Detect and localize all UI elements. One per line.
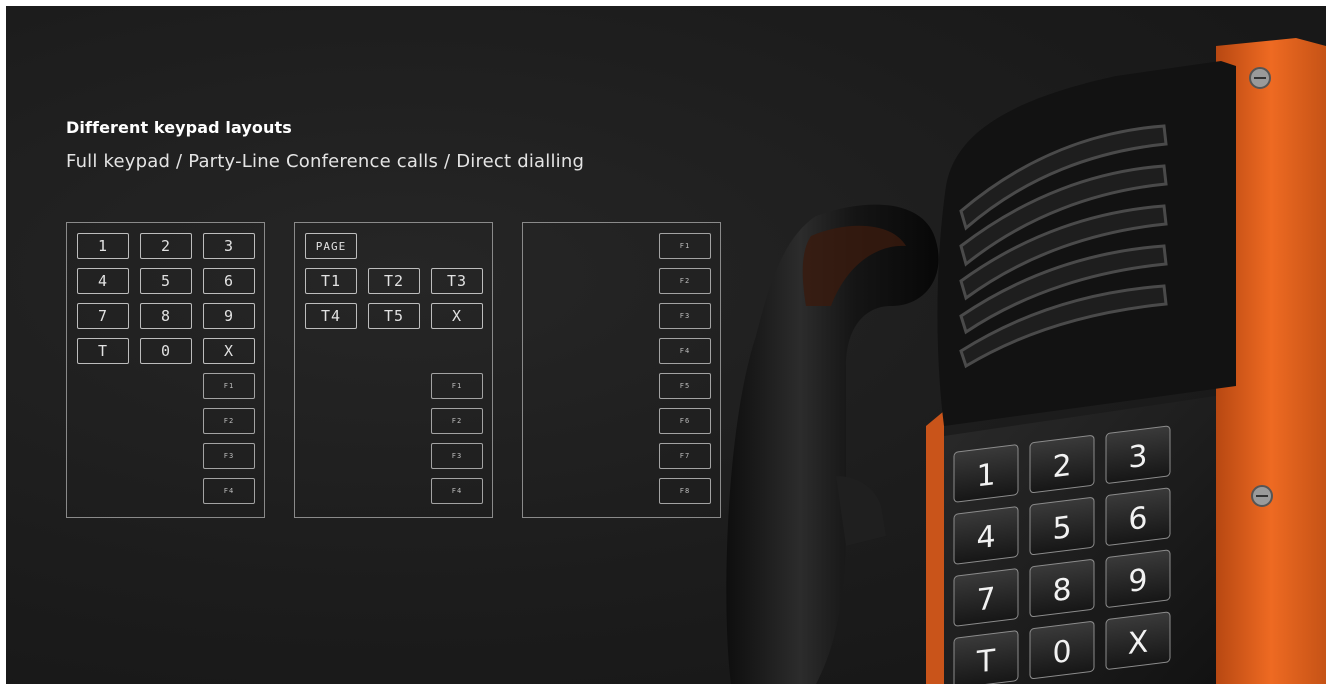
keypad-layout-direct-dialling: F1 F2 F3 F4 F5 F6 F7 F8 bbox=[522, 222, 721, 518]
key-1: 1 bbox=[77, 233, 129, 259]
key-2: 2 bbox=[140, 233, 192, 259]
key-7: 7 bbox=[77, 303, 129, 329]
photo-key-label-4: 4 bbox=[976, 519, 995, 556]
hero-banner: Different keypad layouts Full keypad / P… bbox=[6, 6, 1326, 684]
key-9: 9 bbox=[203, 303, 255, 329]
key-f4: F4 bbox=[203, 478, 255, 504]
section-subheading: Full keypad / Party-Line Conference call… bbox=[66, 151, 585, 172]
key-t3: T3 bbox=[431, 268, 483, 294]
key-t2: T2 bbox=[368, 268, 420, 294]
housing-left-edge bbox=[926, 411, 944, 684]
keypad-layout-party-line: PAGE T1 T2 T3 T4 T5 X F1 F2 F3 F4 bbox=[294, 222, 493, 518]
key-f1: F1 bbox=[203, 373, 255, 399]
photo-key-label-8: 8 bbox=[1052, 572, 1071, 609]
key-8: 8 bbox=[140, 303, 192, 329]
key-f2: F2 bbox=[203, 408, 255, 434]
photo-key-label-5: 5 bbox=[1052, 510, 1071, 547]
key-f2: F2 bbox=[431, 408, 483, 434]
photo-key-label-t: T bbox=[976, 643, 996, 680]
key-0: 0 bbox=[140, 338, 192, 364]
section-heading: Different keypad layouts bbox=[66, 118, 292, 137]
key-f1: F1 bbox=[431, 373, 483, 399]
photo-key-label-2: 2 bbox=[1052, 448, 1071, 485]
key-t: T bbox=[77, 338, 129, 364]
photo-key-label-0: 0 bbox=[1052, 634, 1071, 671]
key-x: X bbox=[431, 303, 483, 329]
key-5: 5 bbox=[140, 268, 192, 294]
photo-key-label-9: 9 bbox=[1128, 563, 1147, 600]
photo-key-label-x: X bbox=[1128, 625, 1149, 662]
telephone-photo: 1 2 3 4 5 6 7 8 9 T 0 X bbox=[726, 38, 1326, 684]
key-f4: F4 bbox=[431, 478, 483, 504]
keypad-layout-full: 1 2 3 4 5 6 7 8 9 T 0 X F1 F2 F3 F4 bbox=[66, 222, 265, 518]
key-4: 4 bbox=[77, 268, 129, 294]
key-f3: F3 bbox=[203, 443, 255, 469]
key-3: 3 bbox=[203, 233, 255, 259]
key-6: 6 bbox=[203, 268, 255, 294]
key-f3: F3 bbox=[431, 443, 483, 469]
key-t1: T1 bbox=[305, 268, 357, 294]
key-t4: T4 bbox=[305, 303, 357, 329]
key-x: X bbox=[203, 338, 255, 364]
photo-key-label-3: 3 bbox=[1128, 439, 1147, 476]
photo-key-label-6: 6 bbox=[1128, 501, 1147, 538]
key-page: PAGE bbox=[305, 233, 357, 259]
key-t5: T5 bbox=[368, 303, 420, 329]
photo-key-label-1: 1 bbox=[976, 457, 995, 494]
photo-key-label-7: 7 bbox=[976, 581, 995, 618]
